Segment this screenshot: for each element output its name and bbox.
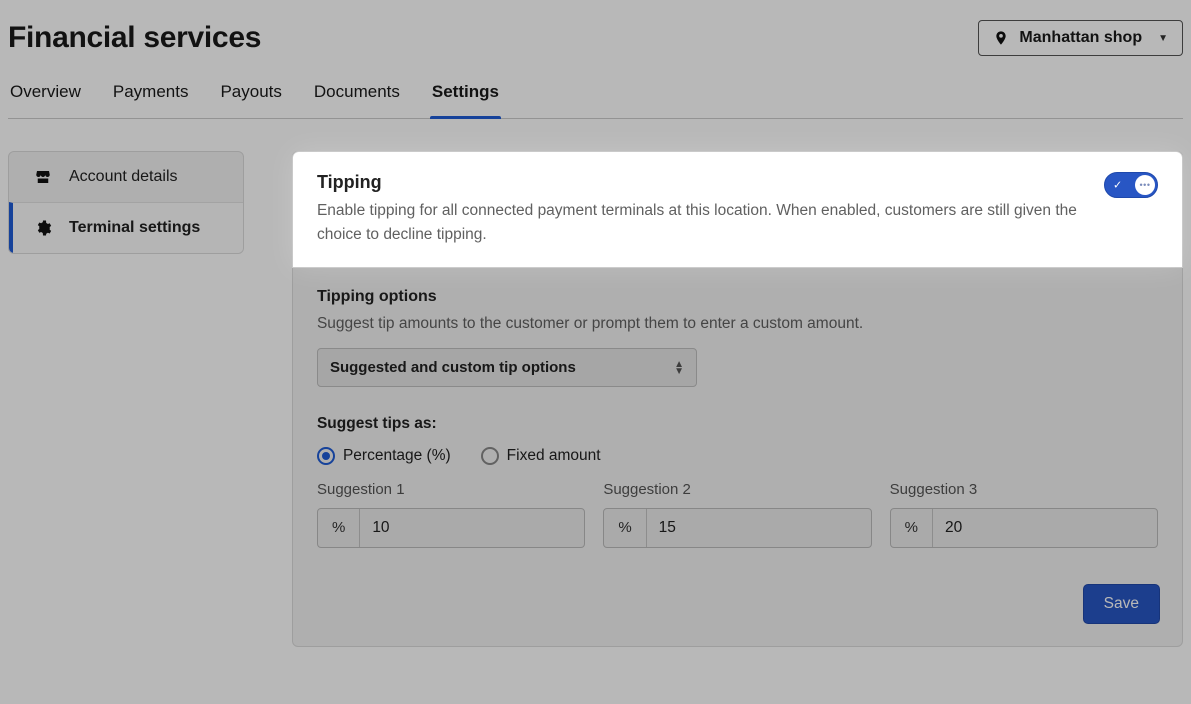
page-title: Financial services — [8, 21, 261, 55]
percent-prefix: % — [604, 509, 646, 547]
tipping-options-select[interactable]: Suggested and custom tip options ▲▼ — [317, 348, 697, 387]
panel-footer: Save — [293, 568, 1182, 646]
percent-prefix: % — [891, 509, 933, 547]
sidebar-item-label: Terminal settings — [69, 219, 200, 237]
check-icon: ✓ — [1113, 179, 1122, 192]
tipping-options-title: Tipping options — [317, 288, 1158, 306]
location-label: Manhattan shop — [1019, 29, 1142, 47]
tabs: Overview Payments Payouts Documents Settings — [8, 74, 1183, 119]
tipping-title: Tipping — [317, 172, 1080, 193]
tipping-section: Tipping Enable tipping for all connected… — [293, 152, 1182, 267]
suggestion-3: Suggestion 3% — [890, 481, 1158, 548]
map-pin-icon — [993, 29, 1009, 47]
select-value: Suggested and custom tip options — [330, 359, 576, 376]
tab-overview[interactable]: Overview — [8, 74, 83, 118]
suggestion-1: Suggestion 1% — [317, 481, 585, 548]
sidebar-item-account-details[interactable]: Account details — [9, 152, 243, 202]
settings-sidebar: Account details Terminal settings — [8, 151, 244, 254]
settings-panel: Tipping Enable tipping for all connected… — [292, 151, 1183, 647]
tab-payouts[interactable]: Payouts — [218, 74, 283, 118]
save-button[interactable]: Save — [1083, 584, 1160, 624]
gear-icon — [33, 219, 53, 237]
radio-icon — [481, 447, 499, 465]
tab-settings[interactable]: Settings — [430, 74, 501, 118]
tipping-desc: Enable tipping for all connected payment… — [317, 199, 1080, 247]
tipping-options-desc: Suggest tip amounts to the customer or p… — [317, 312, 1158, 336]
toggle-knob: ••• — [1135, 175, 1155, 195]
caret-down-icon: ▼ — [1158, 33, 1168, 44]
suggestion-input-3[interactable] — [933, 509, 1157, 547]
radio-percentage-[interactable]: Percentage (%) — [317, 447, 451, 465]
sidebar-item-label: Account details — [69, 168, 178, 186]
suggest-as-label: Suggest tips as: — [317, 415, 1158, 433]
radio-label: Fixed amount — [507, 447, 601, 465]
radio-icon — [317, 447, 335, 465]
suggestion-label: Suggestion 1 — [317, 481, 585, 498]
radio-fixed-amount[interactable]: Fixed amount — [481, 447, 601, 465]
suggestion-label: Suggestion 2 — [603, 481, 871, 498]
suggestion-label: Suggestion 3 — [890, 481, 1158, 498]
location-picker[interactable]: Manhattan shop ▼ — [978, 20, 1183, 56]
tipping-options-section: Tipping options Suggest tip amounts to t… — [293, 267, 1182, 568]
percent-prefix: % — [318, 509, 360, 547]
tab-documents[interactable]: Documents — [312, 74, 402, 118]
radio-label: Percentage (%) — [343, 447, 451, 465]
sidebar-item-terminal-settings[interactable]: Terminal settings — [9, 202, 243, 253]
store-icon — [33, 168, 53, 186]
suggestion-input-2[interactable] — [647, 509, 871, 547]
suggestion-2: Suggestion 2% — [603, 481, 871, 548]
tab-payments[interactable]: Payments — [111, 74, 191, 118]
tipping-toggle[interactable]: ✓ ••• — [1104, 172, 1158, 198]
suggestion-input-1[interactable] — [360, 509, 584, 547]
updown-icon: ▲▼ — [674, 361, 684, 375]
